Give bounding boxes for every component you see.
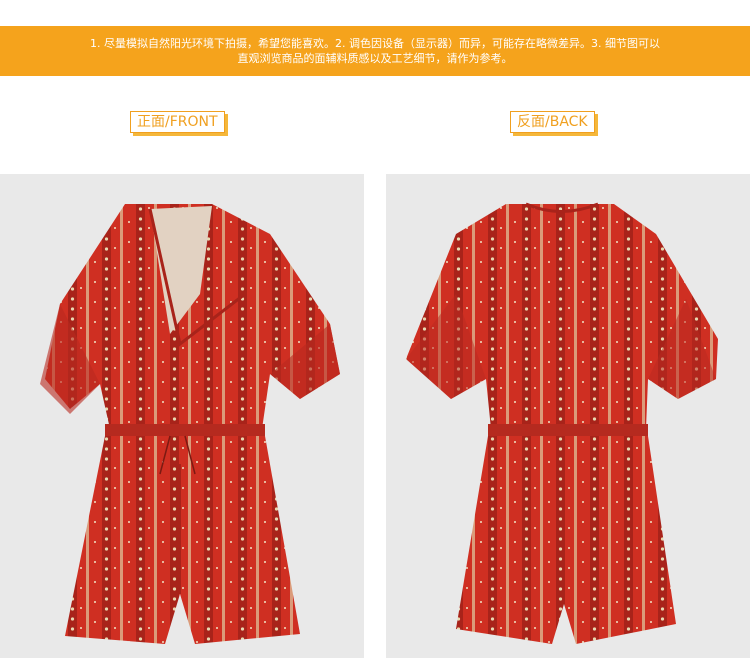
notice-line-2: 直观浏览商品的面辅料质感以及工艺细节，请作为参考。 xyxy=(237,52,513,65)
front-label: 正面/FRONT xyxy=(130,111,225,133)
notice-banner: 1. 尽量模拟自然阳光环境下拍摄，希望您能喜欢。2. 调色因设备（显示器）而异，… xyxy=(0,26,750,76)
notice-line-1: 1. 尽量模拟自然阳光环境下拍摄，希望您能喜欢。2. 调色因设备（显示器）而异，… xyxy=(90,37,660,50)
romper-front-image xyxy=(0,174,364,658)
back-label: 反面/BACK xyxy=(510,111,595,133)
front-photo xyxy=(0,174,364,658)
back-photo xyxy=(386,174,750,658)
romper-back-image xyxy=(386,174,750,658)
